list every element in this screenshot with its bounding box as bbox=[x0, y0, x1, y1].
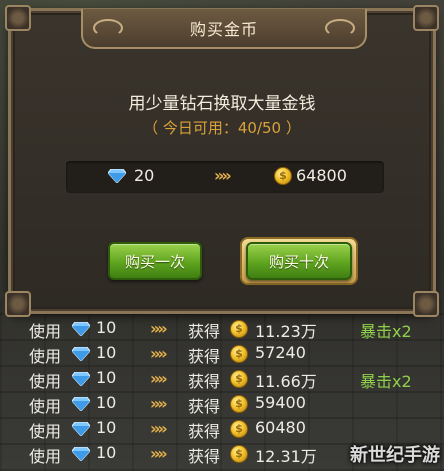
use-label: 使用 bbox=[29, 322, 62, 341]
gold-gained: 60480 bbox=[255, 418, 306, 437]
corner-ornament bbox=[5, 291, 31, 317]
corner-ornament bbox=[5, 5, 31, 31]
double-chevron-right-icon: »» bbox=[150, 419, 168, 438]
gold-coin-icon bbox=[230, 345, 248, 363]
double-chevron-right-icon: »» bbox=[150, 369, 168, 388]
swirl-ornament-icon bbox=[93, 19, 123, 37]
diamond-icon bbox=[108, 168, 126, 183]
coin-reward: 64800 bbox=[274, 166, 347, 185]
use-label: 使用 bbox=[29, 397, 62, 416]
diamond-icon bbox=[72, 397, 90, 411]
get-label: 获得 bbox=[188, 347, 221, 366]
site-watermark: 新世纪手游 bbox=[350, 445, 440, 466]
corner-ornament bbox=[413, 291, 439, 317]
diamond-icon bbox=[72, 372, 90, 386]
gem-spent: 10 bbox=[96, 368, 117, 387]
gem-spent: 10 bbox=[96, 343, 117, 362]
exchange-headline: 用少量钻石换取大量金钱 bbox=[128, 94, 316, 114]
exchange-rate-row: 20 »» 64800 bbox=[66, 161, 384, 193]
result-row: 使用 10 »» 获得 11.66万 暴击x2 bbox=[0, 366, 444, 391]
gold-coin-icon bbox=[230, 370, 248, 388]
gold-coin-icon bbox=[230, 420, 248, 438]
dialog-title-bar: 购买金币 bbox=[81, 9, 367, 49]
buy-once-button[interactable]: 购买一次 bbox=[108, 242, 202, 280]
double-chevron-right-icon: »» bbox=[150, 394, 168, 413]
gold-coin-icon bbox=[230, 445, 248, 463]
double-chevron-right-icon: »» bbox=[214, 166, 232, 185]
coin-reward-value: 64800 bbox=[296, 166, 347, 185]
swirl-ornament-icon bbox=[325, 19, 355, 37]
use-label: 使用 bbox=[29, 447, 62, 466]
gem-spent: 10 bbox=[96, 393, 117, 412]
gold-gained: 57240 bbox=[255, 343, 306, 362]
critical-multiplier: 暴击x2 bbox=[360, 322, 412, 341]
gold-gained: 11.66万 bbox=[255, 372, 317, 391]
use-label: 使用 bbox=[29, 372, 62, 391]
buy-ten-button[interactable]: 购买十次 bbox=[246, 242, 352, 280]
get-label: 获得 bbox=[188, 447, 221, 466]
double-chevron-right-icon: »» bbox=[150, 319, 168, 338]
result-row: 使用 10 »» 获得 60480 bbox=[0, 416, 444, 441]
get-label: 获得 bbox=[188, 322, 221, 341]
gold-gained: 59400 bbox=[255, 393, 306, 412]
get-label: 获得 bbox=[188, 422, 221, 441]
result-row: 使用 10 »» 获得 11.23万 暴击x2 bbox=[0, 316, 444, 341]
dialog-title: 购买金币 bbox=[189, 20, 258, 39]
gem-cost-value: 20 bbox=[134, 166, 155, 185]
result-row: 使用 10 »» 获得 59400 bbox=[0, 391, 444, 416]
gold-coin-icon bbox=[230, 320, 248, 338]
critical-multiplier: 暴击x2 bbox=[360, 372, 412, 391]
gem-spent: 10 bbox=[96, 418, 117, 437]
diamond-icon bbox=[72, 447, 90, 461]
gold-coin-icon bbox=[230, 395, 248, 413]
corner-ornament bbox=[413, 5, 439, 31]
use-label: 使用 bbox=[29, 422, 62, 441]
daily-quota: （ 今日可用：40/50 ） bbox=[143, 119, 301, 137]
get-label: 获得 bbox=[188, 372, 221, 391]
get-label: 获得 bbox=[188, 397, 221, 416]
result-row: 使用 10 »» 获得 57240 bbox=[0, 341, 444, 366]
gold-coin-icon bbox=[274, 166, 292, 185]
gold-gained: 12.31万 bbox=[255, 447, 317, 466]
gem-spent: 10 bbox=[96, 443, 117, 462]
diamond-icon bbox=[72, 322, 90, 336]
gem-spent: 10 bbox=[96, 318, 117, 337]
use-label: 使用 bbox=[29, 347, 62, 366]
gem-cost: 20 bbox=[108, 166, 154, 185]
diamond-icon bbox=[72, 347, 90, 361]
diamond-icon bbox=[72, 422, 90, 436]
double-chevron-right-icon: »» bbox=[150, 344, 168, 363]
buy-gold-dialog: 购买金币 用少量钻石换取大量金钱 （ 今日可用：40/50 ） 20 »» 64… bbox=[5, 5, 439, 317]
double-chevron-right-icon: »» bbox=[150, 444, 168, 463]
gold-gained: 11.23万 bbox=[255, 322, 317, 341]
